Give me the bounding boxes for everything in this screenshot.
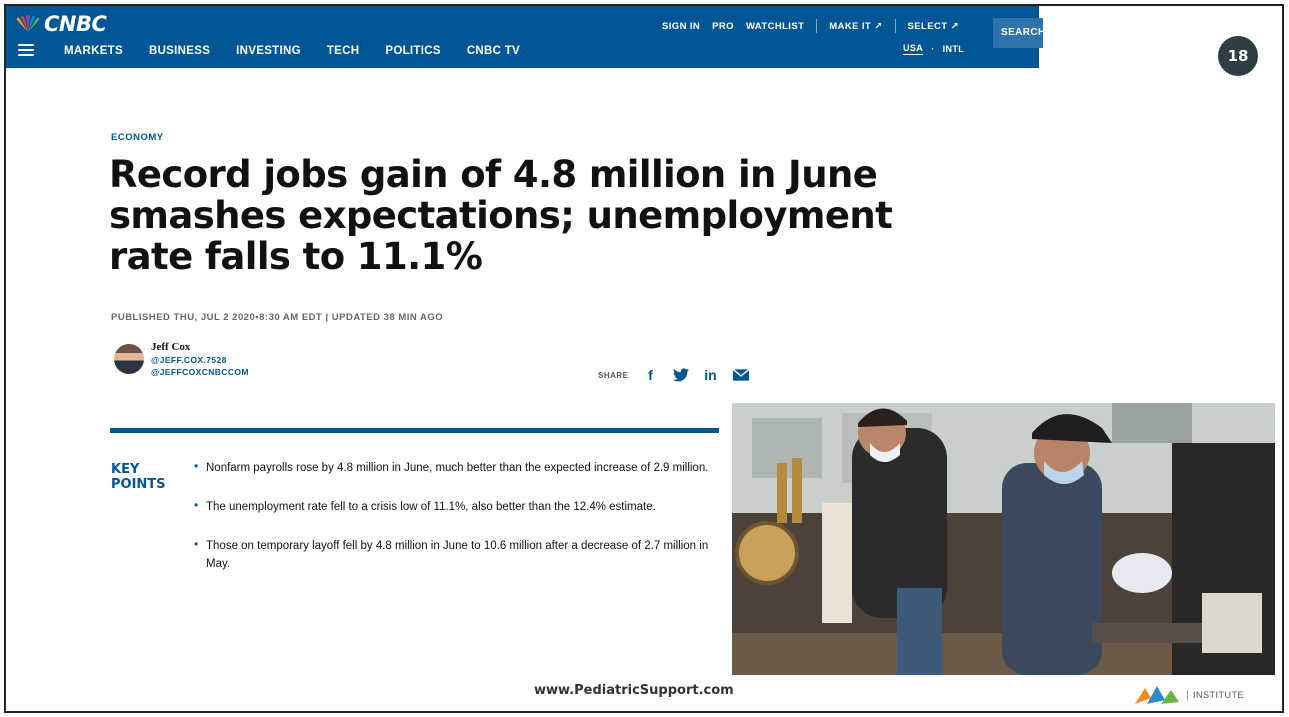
region-usa[interactable]: USA xyxy=(903,43,924,55)
author-twitter-handle[interactable]: @JEFFCOXCNBCCOM xyxy=(151,367,249,377)
cnbc-header: CNBC MARKETS BUSINESS INVESTING TECH POL… xyxy=(6,6,1043,68)
pro-link[interactable]: PRO xyxy=(712,21,734,32)
article-headline: Record jobs gain of 4.8 million in June … xyxy=(109,153,893,278)
make-it-link[interactable]: MAKE IT ↗ xyxy=(829,21,882,32)
key-point-1: Nonfarm payrolls rose by 4.8 million in … xyxy=(194,457,719,477)
select-link[interactable]: SELECT ↗ xyxy=(908,21,959,32)
nav-investing[interactable]: INVESTING xyxy=(236,45,301,57)
divider xyxy=(816,19,818,33)
key-point-3: Those on temporary layoff fell by 4.8 mi… xyxy=(194,535,719,573)
author-avatar[interactable] xyxy=(114,344,144,374)
article-photo xyxy=(732,403,1275,675)
nav-tech[interactable]: TECH xyxy=(327,45,360,57)
share-bar: SHARE f in xyxy=(598,367,749,383)
linkedin-icon[interactable]: in xyxy=(703,367,719,383)
email-icon[interactable] xyxy=(732,368,749,382)
section-label[interactable]: ECONOMY xyxy=(111,132,164,143)
brand-wordmark: CNBC xyxy=(44,12,107,36)
main-nav: MARKETS BUSINESS INVESTING TECH POLITICS… xyxy=(64,45,520,57)
region-separator: · xyxy=(931,44,935,54)
region-intl[interactable]: INTL xyxy=(943,44,965,54)
institute-label: INSTITUTE xyxy=(1187,689,1244,701)
slide-number-badge: 18 xyxy=(1218,36,1258,76)
search-button[interactable]: SEARCH xyxy=(993,18,1043,48)
cnbc-logo[interactable]: CNBC xyxy=(14,12,107,36)
facebook-icon[interactable]: f xyxy=(643,367,659,383)
published-date: PUBLISHED THU, JUL 2 2020•8:30 AM EDT | … xyxy=(111,312,444,323)
key-points-rule xyxy=(110,428,719,433)
nav-business[interactable]: BUSINESS xyxy=(149,45,210,57)
nav-markets[interactable]: MARKETS xyxy=(64,45,123,57)
menu-icon[interactable] xyxy=(18,44,34,56)
watchlist-link[interactable]: WATCHLIST xyxy=(746,21,804,32)
key-point-2: The unemployment rate fell to a crisis l… xyxy=(194,496,719,516)
divider xyxy=(894,19,896,33)
top-links: SIGN IN PRO WATCHLIST MAKE IT ↗ SELECT ↗ xyxy=(662,19,959,33)
region-switch: USA · INTL xyxy=(903,43,964,55)
nav-cnbc-tv[interactable]: CNBC TV xyxy=(467,45,520,57)
key-points-title: KEY POINTS xyxy=(111,462,166,492)
author-facebook-handle[interactable]: @JEFF.COX.7528 xyxy=(151,355,227,365)
footer-url[interactable]: www.PediatricSupport.com xyxy=(534,683,734,698)
share-label: SHARE xyxy=(598,370,629,380)
slide: CNBC MARKETS BUSINESS INVESTING TECH POL… xyxy=(4,4,1284,713)
nav-politics[interactable]: POLITICS xyxy=(385,45,440,57)
author-name[interactable]: Jeff Cox xyxy=(151,341,190,353)
peacock-icon xyxy=(16,15,40,32)
twitter-icon[interactable] xyxy=(672,368,689,382)
key-points-list: Nonfarm payrolls rose by 4.8 million in … xyxy=(194,457,719,594)
cafe-workers-image xyxy=(732,403,1275,675)
institute-logo-icon xyxy=(1135,686,1179,704)
sign-in-link[interactable]: SIGN IN xyxy=(662,21,700,32)
institute-logo: INSTITUTE xyxy=(1131,684,1244,706)
